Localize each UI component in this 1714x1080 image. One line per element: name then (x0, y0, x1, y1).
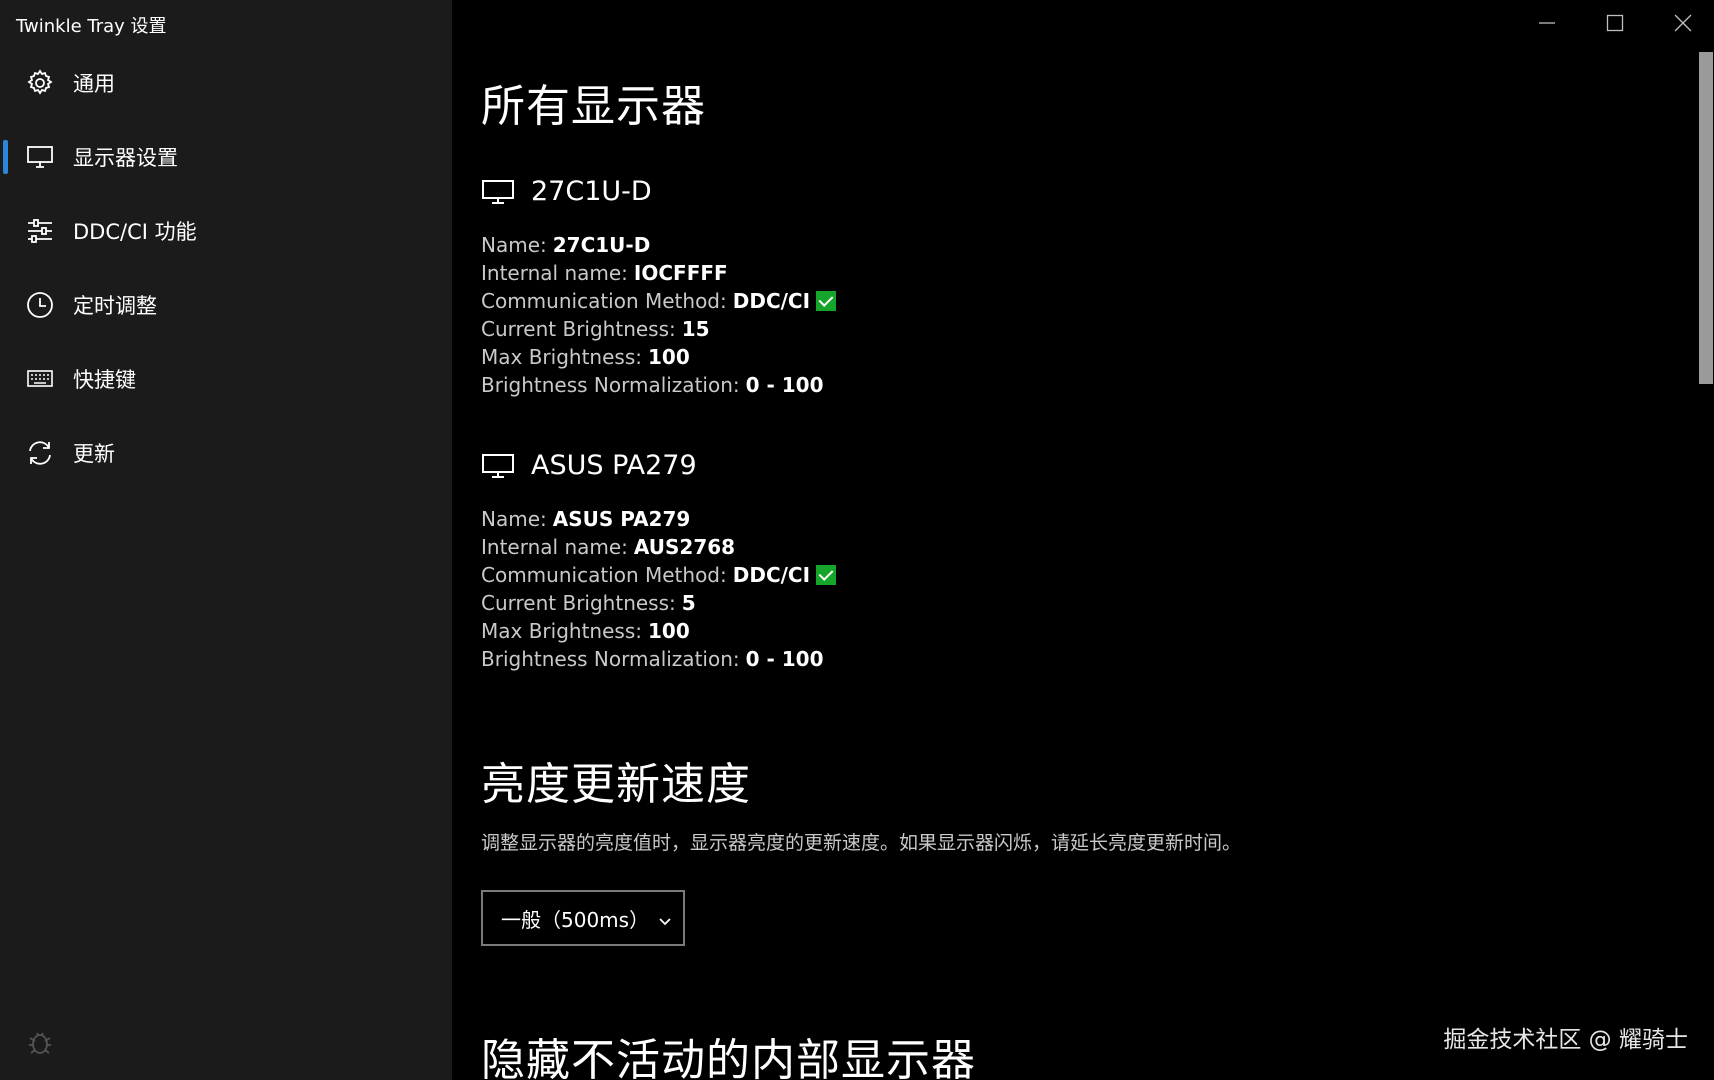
sidebar-item-display-settings[interactable]: 显示器设置 (0, 120, 452, 194)
info-label: Brightness Normalization: (481, 647, 740, 671)
sidebar-item-updates[interactable]: 更新 (0, 416, 452, 490)
info-row-internal-name: Internal name: AUS2768 (481, 533, 836, 561)
info-value: DDC/CI (732, 563, 811, 587)
sliders-icon (25, 216, 55, 246)
info-row-current-brightness: Current Brightness: 15 (481, 315, 836, 343)
clock-icon (25, 290, 55, 320)
info-label: Internal name: (481, 535, 628, 559)
update-speed-select[interactable]: 一般（500ms） (481, 890, 685, 946)
monitor-title-text: ASUS PA279 (531, 450, 697, 481)
info-row-name: Name: 27C1U-D (481, 231, 836, 259)
monitor-icon (481, 179, 515, 205)
check-icon (816, 291, 837, 311)
refresh-icon (25, 438, 55, 468)
info-label: Name: (481, 507, 547, 531)
info-label: Name: (481, 233, 547, 257)
info-value: IOCFFFF (633, 261, 728, 285)
info-label: Current Brightness: (481, 317, 676, 341)
chevron-down-icon (657, 910, 673, 926)
info-row-name: Name: ASUS PA279 (481, 505, 836, 533)
info-row-internal-name: Internal name: IOCFFFF (481, 259, 836, 287)
info-label: Communication Method: (481, 289, 727, 313)
info-label: Communication Method: (481, 563, 727, 587)
watermark: 掘金技术社区 @ 耀骑士 (1443, 1027, 1688, 1053)
info-value: 0 - 100 (745, 647, 824, 671)
check-icon (816, 565, 837, 585)
sidebar-item-label: 定时调整 (73, 294, 157, 318)
monitor-icon (481, 453, 515, 479)
sidebar: Twinkle Tray 设置 通用 显示器设置 DDC/CI 功能 定时调整 … (0, 0, 452, 1080)
sidebar-item-schedule[interactable]: 定时调整 (0, 268, 452, 342)
monitor-title-text: 27C1U-D (531, 176, 652, 207)
monitor-card-title: ASUS PA279 (481, 450, 697, 481)
scrollbar-thumb[interactable] (1699, 52, 1713, 384)
info-label: Brightness Normalization: (481, 373, 740, 397)
sidebar-item-label: DDC/CI 功能 (73, 220, 197, 244)
info-row-communication-method: Communication Method: DDC/CI (481, 287, 837, 315)
settings-window: Twinkle Tray 设置 通用 显示器设置 DDC/CI 功能 定时调整 … (0, 0, 1714, 1080)
info-value: 15 (681, 317, 710, 341)
select-value: 一般（500ms） (501, 907, 650, 932)
gear-icon (25, 68, 55, 98)
section-heading-hide-internal: 隐藏不活动的内部显示器 (481, 1035, 976, 1080)
monitor-info: Name: ASUS PA279 Internal name: AUS2768 … (481, 505, 837, 673)
info-value: 27C1U-D (552, 233, 651, 257)
sidebar-item-label: 快捷键 (73, 368, 136, 392)
info-value: DDC/CI (732, 289, 811, 313)
main-content: 所有显示器 27C1U-D Name: 27C1U-D Internal nam… (452, 0, 1698, 1080)
bug-icon[interactable] (26, 1028, 54, 1056)
info-row-current-brightness: Current Brightness: 5 (481, 589, 836, 617)
monitor-icon (25, 142, 55, 172)
monitor-info: Name: 27C1U-D Internal name: IOCFFFF Com… (481, 231, 837, 399)
info-row-brightness-normalization: Brightness Normalization: 0 - 100 (481, 371, 836, 399)
info-value: ASUS PA279 (552, 507, 691, 531)
info-row-communication-method: Communication Method: DDC/CI (481, 561, 837, 589)
sidebar-item-label: 更新 (73, 442, 115, 466)
sidebar-item-label: 显示器设置 (73, 146, 178, 170)
sidebar-nav: 通用 显示器设置 DDC/CI 功能 定时调整 快捷键 更新 (0, 46, 452, 490)
app-title: Twinkle Tray 设置 (16, 16, 167, 37)
info-row-max-brightness: Max Brightness: 100 (481, 617, 836, 645)
info-value: 100 (647, 345, 690, 369)
info-label: Current Brightness: (481, 591, 676, 615)
section-heading-update-speed: 亮度更新速度 (481, 759, 751, 810)
page-title: 所有显示器 (481, 81, 706, 132)
info-label: Max Brightness: (481, 619, 642, 643)
sidebar-item-ddcci[interactable]: DDC/CI 功能 (0, 194, 452, 268)
info-value: 5 (681, 591, 696, 615)
sidebar-item-hotkeys[interactable]: 快捷键 (0, 342, 452, 416)
sidebar-item-general[interactable]: 通用 (0, 46, 452, 120)
info-label: Max Brightness: (481, 345, 642, 369)
info-value: AUS2768 (633, 535, 736, 559)
info-value: 100 (647, 619, 690, 643)
section-description: 调整显示器的亮度值时，显示器亮度的更新速度。如果显示器闪烁，请延长亮度更新时间。 (481, 832, 1242, 854)
monitor-card-title: 27C1U-D (481, 176, 652, 207)
keyboard-icon (25, 364, 55, 394)
info-row-max-brightness: Max Brightness: 100 (481, 343, 836, 371)
info-row-brightness-normalization: Brightness Normalization: 0 - 100 (481, 645, 836, 673)
info-label: Internal name: (481, 261, 628, 285)
info-value: 0 - 100 (745, 373, 824, 397)
sidebar-item-label: 通用 (73, 72, 115, 96)
